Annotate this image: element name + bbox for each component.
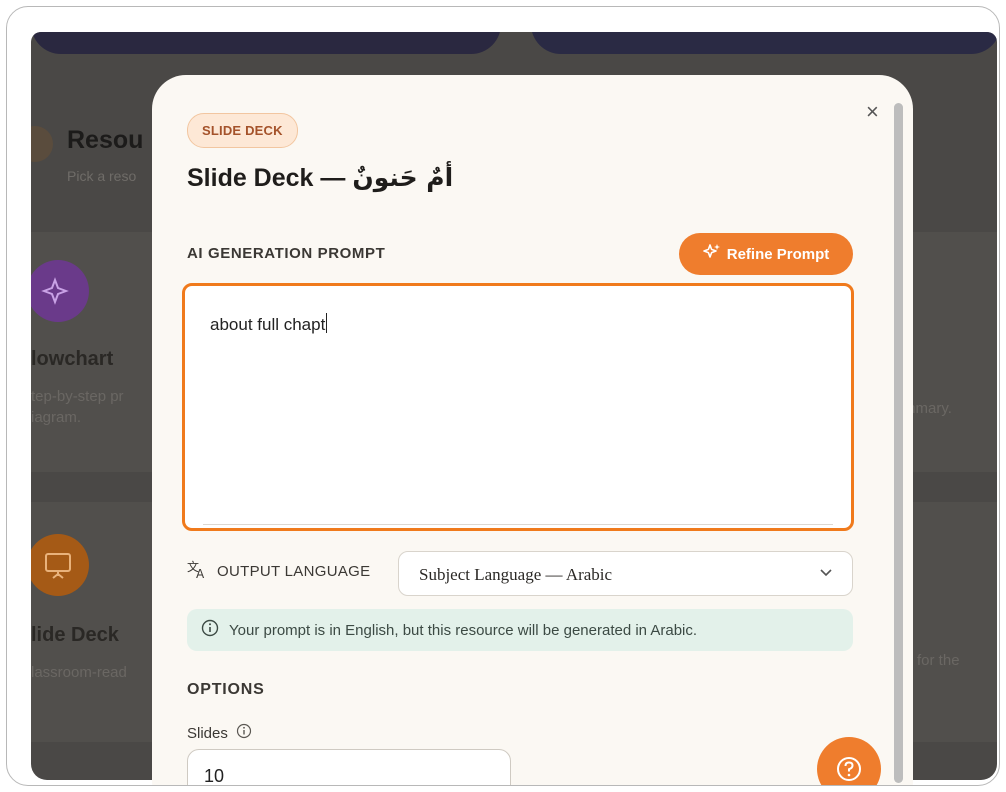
resource-type-badge: SLIDE DECK <box>187 113 298 148</box>
background-slide-deck-desc: lassroom-read <box>31 664 127 681</box>
background-flowchart-desc-line-2: iagram. <box>31 409 82 426</box>
slide-deck-modal: SLIDE DECK Slide Deck — أمٌ حَنونٌ × AI … <box>152 75 913 786</box>
background-flowchart-desc-line-1: tep-by-step pr <box>31 388 124 405</box>
prompt-value-text: about full chapt <box>210 315 326 334</box>
output-language-row: 文A OUTPUT LANGUAGE <box>187 559 370 584</box>
prompt-resize-divider <box>203 524 833 525</box>
background-resources-subtitle: Pick a reso <box>67 168 137 184</box>
output-language-select[interactable]: Subject Language — Arabic <box>398 551 853 596</box>
sparkle-icon <box>702 243 721 265</box>
help-icon <box>833 753 865 785</box>
background-slide-deck-title: lide Deck <box>31 624 119 646</box>
info-icon <box>201 619 219 641</box>
background-flowchart-title: lowchart <box>31 348 114 370</box>
modal-title: Slide Deck — أمٌ حَنونٌ <box>187 163 453 193</box>
background-tab-right <box>531 32 997 54</box>
text-caret <box>326 313 328 333</box>
language-info-banner: Your prompt is in English, but this reso… <box>187 609 853 651</box>
background-flowchart-desc: tep-by-step pr iagram. <box>31 386 124 428</box>
slides-count-value: 10 <box>204 766 225 786</box>
modal-title-prefix: Slide Deck — <box>187 164 346 192</box>
close-icon[interactable]: × <box>866 99 879 125</box>
background-resources-icon <box>31 126 53 162</box>
output-language-value: Subject Language — Arabic <box>419 565 613 584</box>
screenshot-frame: Resou Pick a reso lowchart tep-by-step p… <box>6 6 1000 786</box>
chevron-down-icon <box>818 564 834 585</box>
refine-prompt-button[interactable]: Refine Prompt <box>679 233 853 275</box>
modal-title-arabic: أمٌ حَنونٌ <box>352 163 454 192</box>
modal-scrollbar[interactable] <box>894 103 903 783</box>
slides-count-input[interactable]: 10 <box>187 749 511 786</box>
presentation-icon <box>31 534 89 596</box>
translate-icon: 文A <box>187 559 209 584</box>
output-language-label: OUTPUT LANGUAGE <box>217 563 371 580</box>
refine-prompt-label: Refine Prompt <box>726 245 830 263</box>
background-sparkle-icon <box>31 260 89 322</box>
info-message: Your prompt is in English, but this reso… <box>229 621 698 639</box>
slides-label-text: Slides <box>187 724 228 742</box>
prompt-section-label: AI GENERATION PROMPT <box>187 245 386 262</box>
background-tab-left <box>31 32 501 54</box>
prompt-textarea-value: about full chapt <box>210 313 328 335</box>
slides-field-label: Slides <box>187 723 252 743</box>
info-icon[interactable] <box>236 723 252 743</box>
background-resources-title: Resou <box>67 126 144 154</box>
options-section-label: OPTIONS <box>187 681 265 698</box>
svg-text:A: A <box>196 567 205 579</box>
prompt-textarea[interactable]: about full chapt <box>182 283 854 531</box>
